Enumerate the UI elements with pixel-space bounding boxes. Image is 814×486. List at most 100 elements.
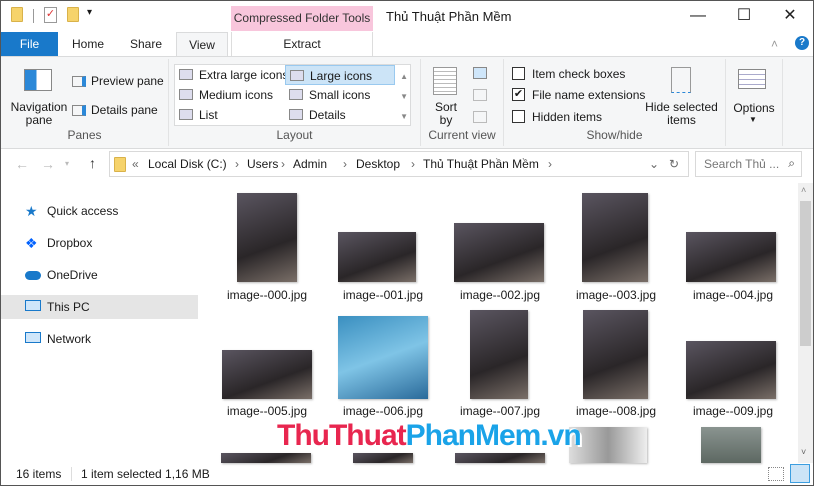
search-icon: ⌕ xyxy=(788,156,795,170)
thumbnail[interactable] xyxy=(583,310,648,399)
file-name[interactable]: image--008.jpg xyxy=(561,404,671,418)
vertical-scrollbar[interactable]: ˄ ˅ xyxy=(798,183,813,463)
thumbnail[interactable] xyxy=(455,453,545,463)
thumbnail[interactable] xyxy=(686,341,776,399)
scrollbar-thumb[interactable] xyxy=(800,201,811,346)
nav-quick-access[interactable]: ★ Quick access xyxy=(1,199,198,223)
layout-list[interactable]: List xyxy=(175,105,218,125)
close-button[interactable]: ✕ xyxy=(767,1,813,31)
navigation-pane-button[interactable]: Navigation pane xyxy=(7,101,71,127)
preview-pane-button[interactable]: Preview pane xyxy=(91,74,164,88)
scroll-down-icon[interactable]: ˅ xyxy=(801,447,806,457)
hide-selected-icon xyxy=(671,67,691,93)
help-icon[interactable]: ? xyxy=(795,36,809,50)
properties-icon[interactable]: ✓ xyxy=(44,7,57,23)
thumbnail[interactable] xyxy=(701,427,761,463)
thumbnail[interactable] xyxy=(454,223,544,282)
chevron-down-icon: ▼ xyxy=(749,115,757,124)
customize-toolbar-icon[interactable]: ▾ xyxy=(87,7,92,18)
layout-details[interactable]: Details xyxy=(285,105,346,125)
status-bar: 16 items 1 item selected 1,16 MB xyxy=(1,463,813,485)
options-button[interactable]: Options xyxy=(728,101,780,115)
group-by-icon[interactable] xyxy=(473,67,487,79)
label: Quick access xyxy=(47,204,119,218)
up-button[interactable]: ↑ xyxy=(89,155,96,171)
tab-share[interactable]: Share xyxy=(121,32,171,56)
large-icons-view-button[interactable] xyxy=(790,464,810,483)
preview-pane-icon xyxy=(72,76,86,87)
panes-group: Navigation pane Preview pane Details pan… xyxy=(1,59,169,146)
hide-selected-items-button[interactable]: Hide selected items xyxy=(644,101,719,127)
add-columns-icon[interactable] xyxy=(473,89,487,101)
sort-by-button[interactable]: Sort by xyxy=(435,101,457,127)
gallery-scroll-icon[interactable]: ▲ ▼ ▼ xyxy=(400,67,408,127)
forward-button[interactable]: → xyxy=(41,156,55,172)
file-name[interactable]: image--007.jpg xyxy=(445,404,555,418)
file-name[interactable]: image--003.jpg xyxy=(561,288,671,302)
label: This PC xyxy=(47,300,90,314)
file-name[interactable]: image--006.jpg xyxy=(328,404,438,418)
minimize-button[interactable]: — xyxy=(675,1,721,31)
thumbnail[interactable] xyxy=(221,453,311,463)
hidden-items-checkbox[interactable] xyxy=(512,110,525,123)
folder-icon[interactable] xyxy=(11,7,23,22)
tab-extract[interactable]: Extract xyxy=(231,32,373,56)
breadcrumb-local-disk[interactable]: Local Disk (C:) xyxy=(148,157,227,171)
item-check-boxes-checkbox[interactable] xyxy=(512,67,525,80)
recent-locations-icon[interactable]: ▾ xyxy=(65,159,69,168)
label: Details xyxy=(309,108,346,122)
breadcrumb-desktop[interactable]: Desktop xyxy=(356,157,400,171)
layout-large-icons[interactable]: Large icons xyxy=(285,65,395,85)
nav-this-pc[interactable]: This PC xyxy=(1,295,198,319)
file-name-extensions-checkbox[interactable]: ✔ xyxy=(512,88,525,101)
details-view-button[interactable] xyxy=(768,467,784,481)
thumbnail[interactable] xyxy=(222,350,312,399)
layout-small-icons[interactable]: Small icons xyxy=(285,85,370,105)
collapse-ribbon-icon[interactable]: ˄ xyxy=(771,37,778,51)
thumbnail[interactable] xyxy=(582,193,648,282)
breadcrumb-admin[interactable]: Admin xyxy=(293,157,327,171)
tab-home[interactable]: Home xyxy=(63,32,113,56)
thumbnail[interactable] xyxy=(338,316,428,399)
ribbon: Navigation pane Preview pane Details pan… xyxy=(1,56,813,149)
thumbnail[interactable] xyxy=(338,232,416,282)
options-group: Options ▼ xyxy=(726,59,783,146)
thumbnail[interactable] xyxy=(686,232,776,282)
file-name[interactable]: image--009.jpg xyxy=(678,404,788,418)
new-folder-icon[interactable] xyxy=(67,7,79,22)
details-pane-button[interactable]: Details pane xyxy=(91,103,158,117)
thumbnail[interactable] xyxy=(353,453,413,463)
navigation-pane: ★ Quick access ❖ Dropbox OneDrive This PC … xyxy=(1,183,198,463)
nav-network[interactable]: Network xyxy=(1,327,198,351)
breadcrumb-current[interactable]: Thủ Thuật Phần Mềm xyxy=(423,157,539,171)
layout-group: Extra large icons Large icons Medium ico… xyxy=(169,59,421,146)
tab-view[interactable]: View xyxy=(176,32,228,57)
breadcrumb-users[interactable]: Users xyxy=(247,157,278,171)
address-dropdown-icon[interactable]: ⌄ xyxy=(649,157,659,171)
search-input[interactable]: Search Thủ ... ⌕ xyxy=(695,151,802,177)
tab-file[interactable]: File xyxy=(1,32,58,56)
divider xyxy=(33,9,34,23)
address-bar[interactable]: « Local Disk (C:) › Users › Admin › Desk… xyxy=(109,151,689,177)
back-button[interactable]: ← xyxy=(15,156,29,172)
file-name[interactable]: image--002.jpg xyxy=(445,288,555,302)
label: List xyxy=(199,108,218,122)
refresh-icon[interactable]: ↻ xyxy=(669,157,679,171)
file-name[interactable]: image--004.jpg xyxy=(678,288,788,302)
group-label: Panes xyxy=(67,128,102,142)
file-name[interactable]: image--000.jpg xyxy=(212,288,322,302)
overflow-chevron[interactable]: « xyxy=(132,157,139,171)
scroll-up-icon[interactable]: ˄ xyxy=(801,185,806,195)
thumbnail[interactable] xyxy=(237,193,297,282)
layout-medium-icons[interactable]: Medium icons xyxy=(175,85,273,105)
item-count: 16 items xyxy=(16,467,62,481)
context-tab-label: Compressed Folder Tools xyxy=(231,6,373,31)
size-columns-icon[interactable] xyxy=(473,111,487,123)
file-name[interactable]: image--005.jpg xyxy=(212,404,322,418)
layout-extra-large-icons[interactable]: Extra large icons xyxy=(175,65,288,85)
file-name[interactable]: image--001.jpg xyxy=(328,288,438,302)
nav-dropbox[interactable]: ❖ Dropbox xyxy=(1,231,198,255)
nav-onedrive[interactable]: OneDrive xyxy=(1,263,198,287)
thumbnail[interactable] xyxy=(470,310,528,399)
maximize-button[interactable]: ☐ xyxy=(721,1,767,31)
